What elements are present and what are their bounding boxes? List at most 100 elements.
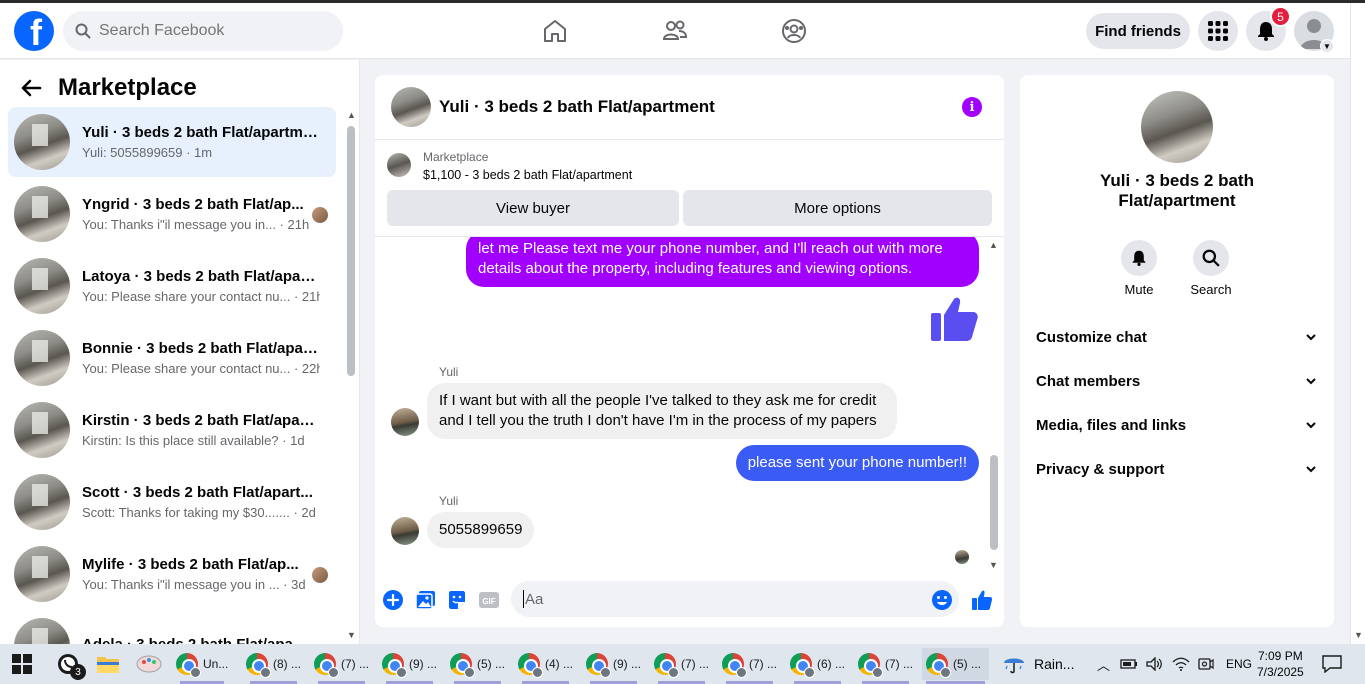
conversation-item[interactable]: Latoya · 3 beds 2 bath Flat/apart... You:… (8, 251, 336, 321)
chat-members-section[interactable]: Chat members (1036, 361, 1318, 401)
like-icon[interactable] (971, 589, 993, 611)
chrome-taskbar-item[interactable]: (9) ... (586, 648, 641, 684)
chrome-taskbar-item-active[interactable]: (5) ... (922, 648, 990, 684)
media-files-links-section[interactable]: Media, files and links (1036, 405, 1318, 445)
chrome-taskbar-item[interactable]: (8) ... (246, 648, 301, 684)
start-button[interactable] (12, 648, 32, 680)
scroll-up-icon[interactable]: ▲ (989, 240, 998, 250)
plus-icon[interactable] (382, 589, 404, 611)
notification-badge: 5 (1270, 6, 1291, 27)
listing-thumbnail (14, 330, 70, 386)
more-options-button[interactable]: More options (683, 190, 992, 226)
conversation-preview: Scott: Thanks for taking my $30....... ·… (82, 505, 316, 520)
paint-icon (136, 655, 162, 673)
clock[interactable]: 7:09 PM 7/3/2025 (1257, 644, 1304, 684)
message-input[interactable]: Aa (511, 581, 959, 617)
conversation-name: Scott · 3 beds 2 bath Flat/apart... (82, 484, 313, 501)
scroll-thumb[interactable] (990, 455, 998, 550)
sender-avatar[interactable] (391, 517, 419, 545)
conversation-preview: Yuli: 5055899659 · 1m (82, 145, 213, 160)
customize-chat-section[interactable]: Customize chat (1036, 317, 1318, 357)
listing-price[interactable]: $1,100 - 3 beds 2 bath Flat/apartment (423, 168, 632, 182)
menu-button[interactable] (1198, 11, 1238, 51)
incoming-message[interactable]: 5055899659 (427, 512, 535, 548)
chevron-down-icon[interactable]: ▼ (1320, 39, 1334, 53)
scroll-down-icon[interactable]: ▼ (347, 630, 356, 640)
section-label: Chat members (1036, 372, 1141, 390)
chevron-up-icon[interactable]: ︿ (1097, 655, 1110, 674)
search-input[interactable] (99, 22, 319, 40)
sticker-icon[interactable] (446, 589, 468, 611)
chrome-icon (450, 653, 475, 678)
mute-button[interactable]: Mute (1109, 240, 1169, 297)
date-label: 7/3/2025 (1257, 665, 1304, 679)
chrome-taskbar-item[interactable]: (9) ... (382, 648, 437, 684)
weather-widget[interactable]: Rain... (1002, 644, 1074, 684)
emoji-icon[interactable] (931, 589, 953, 611)
outgoing-message[interactable]: let me Please text me your phone number,… (466, 237, 979, 287)
info-icon[interactable]: i (962, 97, 982, 117)
top-nav: f Find friends 5 ▼ (0, 3, 1350, 59)
scroll-thumb[interactable] (347, 126, 355, 376)
conversation-item[interactable]: Adela · 3 beds 2 bath Flat/apa... (8, 611, 336, 644)
wifi-icon[interactable] (1172, 657, 1190, 671)
conversation-name: Mylife · 3 beds 2 bath Flat/ap... (82, 556, 299, 573)
groups-icon[interactable] (780, 17, 808, 45)
chat-scrollbar[interactable]: ▲ ▼ (987, 240, 1001, 570)
incoming-message[interactable]: If I want but with all the people I've t… (427, 383, 897, 439)
chrome-taskbar-item[interactable]: (7) ... (314, 648, 369, 684)
chrome-icon (586, 653, 611, 678)
conversation-name: Yuli · 3 beds 2 bath Flat/apartme... (82, 124, 320, 141)
chat-title[interactable]: Yuli · 3 beds 2 bath Flat/apartment (439, 97, 715, 117)
scroll-down-icon[interactable]: ▼ (989, 560, 998, 570)
chrome-taskbar-item[interactable]: (4) ... (518, 648, 573, 684)
chrome-taskbar-item[interactable]: (7) ... (722, 648, 777, 684)
file-explorer-taskbar-item[interactable] (96, 648, 120, 680)
view-buyer-button[interactable]: View buyer (387, 190, 679, 226)
photo-icon[interactable] (415, 589, 437, 611)
chrome-icon (926, 653, 951, 678)
search-bar[interactable] (63, 11, 343, 51)
app-taskbar-item[interactable] (136, 648, 162, 680)
conversation-item[interactable]: Bonnie · 3 beds 2 bath Flat/apar... You: … (8, 323, 336, 393)
chrome-taskbar-item[interactable]: (7) ... (858, 648, 913, 684)
friends-icon[interactable] (661, 17, 689, 45)
window-scrollbar[interactable]: ▼ (1350, 3, 1365, 644)
chrome-taskbar-item[interactable]: (6) ... (790, 648, 845, 684)
search-conversation-button[interactable]: Search (1181, 240, 1241, 297)
scroll-up-icon[interactable]: ▲ (347, 110, 356, 120)
umbrella-rain-icon (1004, 658, 1024, 674)
chrome-taskbar-item[interactable]: Un... (176, 648, 228, 684)
chevron-down-icon (1306, 422, 1316, 429)
gif-icon[interactable]: GIF (478, 589, 500, 611)
outgoing-message[interactable]: please sent your phone number!! (735, 445, 979, 481)
listing-photo[interactable] (1141, 91, 1213, 163)
language-indicator[interactable]: ENG (1226, 657, 1252, 671)
whatsapp-taskbar-item[interactable]: 3 (56, 648, 86, 680)
chrome-taskbar-item[interactable]: (7) ... (654, 648, 709, 684)
battery-icon[interactable] (1120, 657, 1138, 671)
privacy-support-section[interactable]: Privacy & support (1036, 449, 1318, 489)
listing-thumbnail (14, 114, 70, 170)
conversation-item[interactable]: Yuli · 3 beds 2 bath Flat/apartme... Yuli… (8, 107, 336, 177)
find-friends-button[interactable]: Find friends (1086, 13, 1190, 49)
chat-avatar[interactable] (391, 87, 431, 127)
sidebar-scrollbar[interactable]: ▲ ▼ (344, 110, 358, 640)
back-arrow-icon[interactable] (20, 77, 42, 99)
time-label: 7:09 PM (1258, 649, 1303, 663)
chrome-taskbar-item[interactable]: (5) ... (450, 648, 505, 684)
facebook-logo[interactable]: f (14, 11, 54, 51)
chrome-icon (176, 653, 201, 678)
conversation-item[interactable]: Scott · 3 beds 2 bath Flat/apart... Scott… (8, 467, 336, 537)
sender-avatar[interactable] (391, 408, 419, 436)
chrome-icon (654, 653, 679, 678)
sender-name: Yuli (439, 365, 459, 379)
notification-center-button[interactable] (1322, 644, 1342, 684)
camera-icon[interactable] (1198, 657, 1214, 671)
conversation-item[interactable]: Mylife · 3 beds 2 bath Flat/ap... You: Th… (8, 539, 336, 609)
home-icon[interactable] (541, 17, 569, 45)
conversation-item[interactable]: Kirstin · 3 beds 2 bath Flat/apart... Kir… (8, 395, 336, 465)
chat-header: Yuli · 3 beds 2 bath Flat/apartment i (375, 75, 1004, 140)
speaker-icon[interactable] (1146, 657, 1164, 671)
conversation-item[interactable]: Yngrid · 3 beds 2 bath Flat/ap... You: Th… (8, 179, 336, 249)
